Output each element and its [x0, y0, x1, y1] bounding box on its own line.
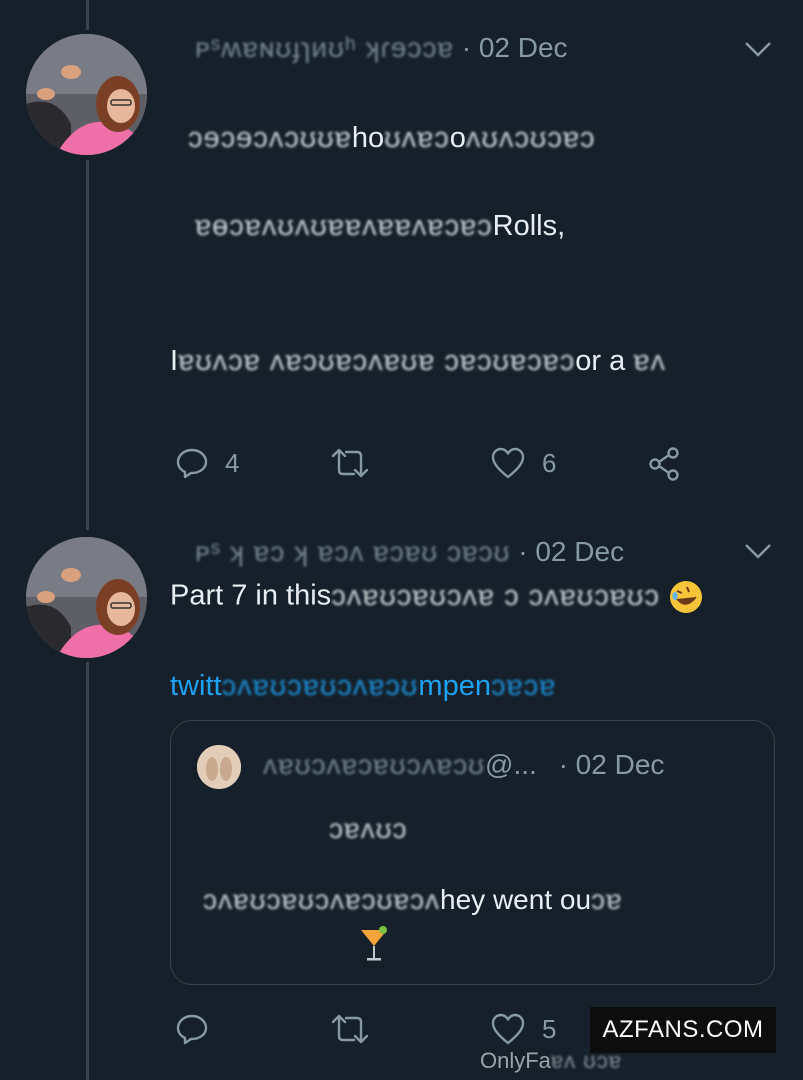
- tweet-body: Part 7 in thisɔʌɐʊɔɐʊɔʌɐ ɔ ɔʌɐʊɔɐʊɔ: [170, 579, 704, 615]
- visible-text: o: [449, 122, 466, 154]
- like-count: 5: [542, 1013, 557, 1044]
- obscured-text: ɐʌ: [633, 345, 666, 377]
- avatar-image: [26, 537, 147, 658]
- obscured-text: ɔʌɐʊɔɐʊɔʌɐɔʊ: [221, 670, 419, 702]
- retweet-button[interactable]: [330, 446, 386, 480]
- obscured-text: ɐʊʌɔɐ ʌɐɔʊɐɔʌɐʊɐ ɔɐɔʊɐɔɐɔ: [178, 345, 576, 377]
- obscured-text: ʊʌɐɔ: [384, 122, 450, 154]
- visible-text: I: [170, 345, 179, 377]
- visible-text: mpen: [418, 670, 491, 702]
- like-icon: [491, 1013, 525, 1045]
- quoted-avatar: [197, 745, 241, 789]
- chevron-down-icon[interactable]: [743, 540, 773, 562]
- like-icon: [491, 447, 525, 479]
- share-button[interactable]: [646, 446, 682, 482]
- username-obscured[interactable]: ᴩˢ ʞ ɐɔ ʞ ɐɔʌ ɐɔɐʊ ɔɐɔʊ: [195, 536, 510, 567]
- retweet-button[interactable]: [330, 1012, 386, 1046]
- watermark-obscured: ɐʌ ʊɔɐ: [550, 1048, 623, 1073]
- rofl-emoji-icon: [669, 581, 702, 613]
- avatar[interactable]: [26, 537, 147, 658]
- tweet-header: ᴩˢ ʞ ɐɔ ʞ ɐɔʌ ɐɔɐʊ ɔɐɔʊ · 02 Dec: [195, 536, 624, 568]
- quoted-avatar-image: [197, 745, 241, 789]
- cocktail-emoji-icon: [361, 926, 387, 961]
- tweet-link[interactable]: twittɔʌɐʊɔɐʊɔʌɐɔʊmpenɔɐɔɐ: [170, 670, 556, 703]
- reply-button[interactable]: [175, 1012, 225, 1046]
- watermark-badge: AZFANS.COM: [590, 1007, 776, 1053]
- like-count: 6: [542, 447, 557, 478]
- watermark-visible: OnlyFa: [480, 1048, 551, 1073]
- obscured-text: ɔʌɐʊɔɐʊɔʌɐɔʊɐɔʌ: [203, 884, 441, 915]
- visible-text: Rolls,: [492, 210, 566, 242]
- retweet-icon: [331, 1014, 369, 1044]
- quoted-date: · 02 Dec: [558, 749, 665, 780]
- reply-button[interactable]: 4: [175, 446, 239, 480]
- obscured-text: ɔʌɐʊɔɐʊɔʌɐ ɔ ɔʌɐʊɔɐʊɔ: [331, 579, 660, 612]
- quoted-line-2: ɔʌɐʊɔɐʊɔʌɐɔʊɐɔʌhey went ouɔɐ: [203, 884, 623, 916]
- obscured-text: ɔɐɔɐ: [490, 670, 557, 702]
- visible-text: twitt: [170, 670, 222, 702]
- quoted-tweet[interactable]: ʌɐʊɔʌɐɔɐʊɔʌɐɔʊ@... · 02 Dec ɔɐʌʊɔ ɔʌɐʊɔɐ…: [170, 720, 775, 985]
- avatar[interactable]: [26, 34, 147, 155]
- quoted-username-obscured: ʌɐʊɔʌɐɔɐʊɔʌɐɔʊ: [263, 749, 486, 780]
- tweet-date[interactable]: · 02 Dec: [462, 32, 568, 63]
- avatar-image: [26, 34, 147, 155]
- obscured-text: ɔɘɔɘɔʌɔʊʊɐ: [188, 122, 352, 154]
- share-icon: [649, 447, 679, 481]
- obscured-text: ʌʊʌɔʊɔɐɔ: [465, 122, 596, 154]
- tweet-body-line-2: ɐɵɔɐʌʊʌʊɐɐʌɐɐʌɐɔɐɔRolls,: [195, 210, 565, 243]
- reply-count: 4: [225, 447, 240, 478]
- visible-text: hey went ou: [440, 884, 592, 915]
- watermark-text: OnlyFaɐʌ ʊɔɐ: [480, 1048, 622, 1074]
- tweet-actions: 4 6: [170, 446, 730, 486]
- thread-line-top: [86, 0, 89, 30]
- visible-text: ho: [351, 122, 385, 154]
- thread-line-tweet-2: [86, 662, 89, 1080]
- reply-icon: [176, 1014, 208, 1045]
- obscured-text: ɐɵɔɐʌʊʌʊɐɐʌɐɐʌɐɔɐɔ: [195, 210, 493, 242]
- tweet-thread: ᴩˢʍɐɴʊɟɿᴎʊʰ ʞɾɘɔɔɐ · 02 Dec ɔɘɔɘɔʌɔʊʊɐho…: [0, 0, 803, 1080]
- tweet-body-line-3: Iɐʊʌɔɐ ʌɐɔʊɐɔʌɐʊɐ ɔɐɔʊɐɔɐɔor a ɐʌ: [170, 345, 666, 378]
- thread-line-tweet-1: [86, 160, 89, 530]
- retweet-icon: [331, 448, 369, 478]
- visible-text: or a: [575, 345, 626, 377]
- like-button[interactable]: 6: [490, 446, 556, 480]
- visible-text: Part 7 in this: [170, 579, 332, 612]
- like-button[interactable]: 5: [490, 1012, 556, 1046]
- obscured-text: ɔɐ: [591, 884, 623, 915]
- username-obscured[interactable]: ᴩˢʍɐɴʊɟɿᴎʊʰ ʞɾɘɔɔɐ: [195, 32, 454, 63]
- chevron-down-icon[interactable]: [743, 38, 773, 60]
- tweet-body-line-1: ɔɘɔɘɔʌɔʊʊɐhoʊʌɐɔoʌʊʌɔʊɔɐɔ: [188, 122, 595, 155]
- tweet-header: ᴩˢʍɐɴʊɟɿᴎʊʰ ʞɾɘɔɔɐ · 02 Dec: [195, 32, 568, 64]
- quoted-handle: @...: [485, 749, 537, 780]
- reply-icon: [176, 448, 208, 479]
- tweet-date[interactable]: · 02 Dec: [518, 536, 624, 567]
- quoted-line-1: ɔɐʌʊɔ: [329, 813, 408, 844]
- quoted-header: ʌɐʊɔʌɐɔɐʊɔʌɐɔʊ@... · 02 Dec: [263, 749, 664, 781]
